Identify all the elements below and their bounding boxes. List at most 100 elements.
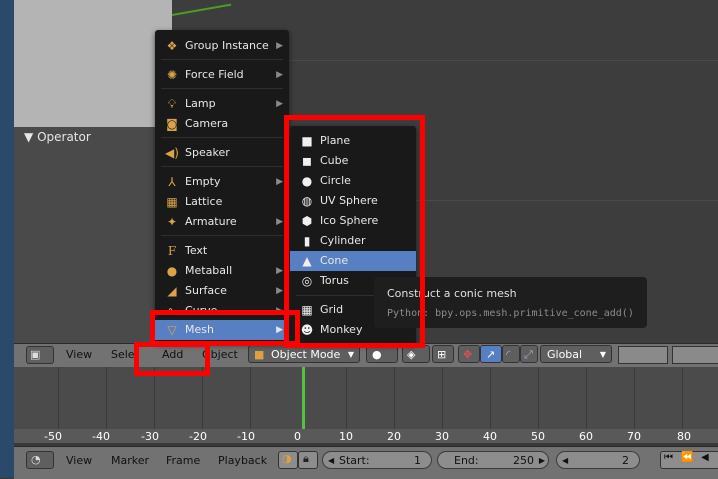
menu-item-armature[interactable]: ✦ Armature ▶ xyxy=(155,212,289,232)
start-value: 1 xyxy=(414,454,421,467)
text-icon: F xyxy=(167,244,177,258)
submenu-arrow-icon: ▶ xyxy=(276,217,283,227)
manipulator-toggle[interactable]: ✥ xyxy=(458,345,480,363)
timeline-grid-line xyxy=(202,367,203,429)
frame-menu[interactable]: Frame xyxy=(166,454,200,467)
rotate-toggle[interactable]: ◜ xyxy=(502,345,520,363)
orientation-value: Global xyxy=(547,348,583,361)
menu-item-empty[interactable]: ⅄ Empty ▶ xyxy=(155,172,289,192)
speaker-icon: ◀) xyxy=(165,146,179,160)
annotation-box-add-menu xyxy=(134,342,210,376)
timeline-grid-line xyxy=(250,367,251,429)
playhead[interactable] xyxy=(302,367,305,429)
annotation-box-mesh-submenu xyxy=(284,115,425,348)
timeline-grid-line xyxy=(490,367,491,429)
solid-shading-icon: ● xyxy=(372,348,382,361)
chevron-left-icon: ◀ xyxy=(562,456,569,465)
menu-item-label: Group Instance xyxy=(185,39,269,52)
force-field-icon: ✺ xyxy=(166,68,178,82)
timeline-view-menu[interactable]: View xyxy=(66,454,92,467)
operator-panel-header[interactable]: ▼ Operator xyxy=(24,130,91,144)
clock-icon: ◔ xyxy=(31,453,41,466)
submenu-arrow-icon: ▶ xyxy=(276,286,283,296)
marker-menu[interactable]: Marker xyxy=(111,454,149,467)
scale-icon: ⤢ xyxy=(524,348,533,361)
playback-controls[interactable]: ⏮ ⏪ ◀ xyxy=(660,451,718,469)
ruler-label: 0 xyxy=(294,430,301,443)
menu-item-label: Force Field xyxy=(185,68,244,81)
menu-item-label: Lamp xyxy=(185,97,216,110)
menu-item-label: Armature xyxy=(185,215,237,228)
translate-toggle[interactable]: ↗ xyxy=(480,345,502,363)
editor-type-button[interactable]: ▣ xyxy=(26,346,54,364)
menu-item-label: Camera xyxy=(185,117,229,130)
empty-icon: ⅄ xyxy=(168,175,176,189)
metaball-icon: ● xyxy=(166,264,178,278)
menu-separator xyxy=(161,235,283,236)
lock-range-toggle[interactable]: 🔒︎ xyxy=(298,451,318,469)
menu-item-label: Surface xyxy=(185,284,227,297)
timeline-grid-line xyxy=(58,367,59,429)
timer-icon: ◑ xyxy=(282,452,292,465)
menu-separator xyxy=(161,166,283,167)
manipulator-icon: ✥ xyxy=(463,348,473,361)
lamp-icon: 💡︎ xyxy=(167,97,177,111)
start-label: Start: xyxy=(339,454,370,467)
menu-item-speaker[interactable]: ◀) Speaker xyxy=(155,143,289,163)
timeline-grid-line xyxy=(394,367,395,429)
frame-ruler[interactable] xyxy=(14,429,718,443)
end-label: End: xyxy=(454,454,479,467)
scale-toggle[interactable]: ⤢ xyxy=(520,345,538,363)
current-frame-field[interactable]: ◀ 2 xyxy=(556,451,640,469)
layer-toggle[interactable]: ⊞ xyxy=(432,345,454,363)
ruler-label: -20 xyxy=(189,430,207,443)
ruler-label: -40 xyxy=(92,430,110,443)
timeline-editor-type-button[interactable]: ◔ xyxy=(26,451,54,469)
submenu-arrow-icon: ▶ xyxy=(276,99,283,109)
timeline-area[interactable] xyxy=(14,367,718,429)
mode-value: Object Mode xyxy=(271,348,341,361)
menu-item-label: Speaker xyxy=(185,146,230,159)
menu-item-camera[interactable]: ◙ Camera xyxy=(155,114,289,134)
timeline-grid-line xyxy=(346,367,347,429)
menu-item-text[interactable]: F Text xyxy=(155,241,289,261)
menu-separator xyxy=(161,137,283,138)
menu-item-lamp[interactable]: 💡︎ Lamp ▶ xyxy=(155,94,289,114)
playback-menu[interactable]: Playback xyxy=(218,454,267,467)
preview-range-toggle[interactable]: ◑ xyxy=(278,451,298,469)
ruler-label: 10 xyxy=(339,430,353,443)
submenu-arrow-icon: ▶ xyxy=(276,266,283,276)
armature-icon: ✦ xyxy=(166,215,178,229)
chevron-down-icon: ▼ xyxy=(347,350,354,359)
operator-panel[interactable] xyxy=(14,127,172,343)
pivot-icon: ◈ xyxy=(407,348,416,361)
start-frame-field[interactable]: ◀ Start: 1 xyxy=(322,451,432,469)
ruler-label: -50 xyxy=(44,430,62,443)
end-frame-field[interactable]: End: 250 ▶ xyxy=(437,451,549,469)
view-menu[interactable]: View xyxy=(66,346,92,364)
layer-buttons-right[interactable] xyxy=(672,346,718,364)
menu-item-surface[interactable]: ◢ Surface ▶ xyxy=(155,281,289,301)
menu-item-metaball[interactable]: ● Metaball ▶ xyxy=(155,261,289,281)
orientation-dropdown[interactable]: Global ▼ xyxy=(540,345,612,363)
cube-icon: ▣ xyxy=(30,348,41,361)
chevron-left-icon: ◀ xyxy=(328,456,335,465)
menu-item-group-instance[interactable]: ❖ Group Instance ▶ xyxy=(155,36,289,56)
submenu-arrow-icon: ▶ xyxy=(276,177,283,187)
menu-item-label: Metaball xyxy=(185,264,233,277)
ruler-label: 60 xyxy=(579,430,593,443)
operator-title: Operator xyxy=(37,130,91,144)
layers-icon: ⊞ xyxy=(437,348,447,361)
jump-keyframe-back-icon: ⏪ xyxy=(681,452,694,463)
surface-icon: ◢ xyxy=(167,284,177,298)
menu-item-label: Lattice xyxy=(185,195,223,208)
menu-item-lattice[interactable]: ▦ Lattice xyxy=(155,192,289,212)
timeline-grid-line xyxy=(586,367,587,429)
menu-item-force-field[interactable]: ✺ Force Field ▶ xyxy=(155,65,289,85)
translate-arrow-icon: ↗ xyxy=(486,348,496,361)
layer-buttons-left[interactable] xyxy=(618,346,668,364)
end-value: 250 xyxy=(513,454,534,467)
tool-shelf[interactable] xyxy=(14,0,172,127)
ruler-label: 40 xyxy=(483,430,497,443)
object-mode-icon: ■ xyxy=(254,348,265,361)
